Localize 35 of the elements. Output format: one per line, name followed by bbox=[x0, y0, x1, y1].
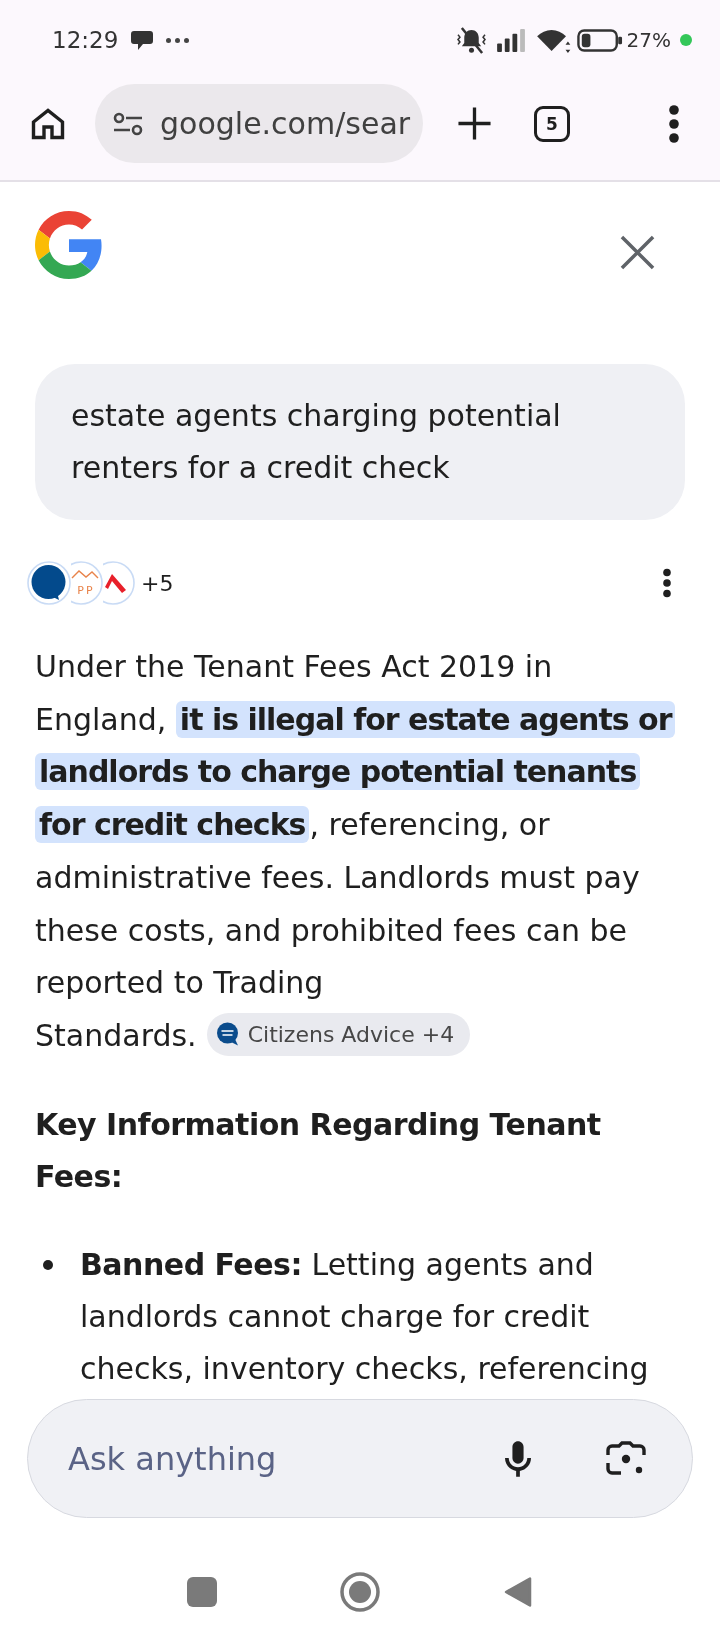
ask-input[interactable]: Ask anything bbox=[68, 1439, 492, 1478]
section-heading: Key Information Regarding Tenant Fees: bbox=[35, 1105, 602, 1196]
plus-icon bbox=[457, 106, 492, 141]
speech-bubble-logo[interactable] bbox=[27, 561, 71, 605]
url-text: google.com/sear bbox=[160, 106, 411, 141]
camera-icon bbox=[606, 1440, 646, 1477]
signal-icon bbox=[496, 28, 526, 52]
home-icon bbox=[31, 107, 65, 140]
more-notifications-icon bbox=[166, 37, 190, 43]
more-options-icon bbox=[662, 568, 672, 598]
square-icon bbox=[187, 1577, 217, 1607]
more-options-icon bbox=[668, 103, 680, 144]
circle-icon bbox=[340, 1572, 380, 1612]
answer-text: Under the Tenant Fees Act 2019 in England, it is illegal for estate agents or landlords to charge potential tenants for credit checks, referencing, or administrative fees. Landlords must pay these costs, and prohibited fees can be reported to Trading Standards. Citizens Advice +4 bbox=[35, 641, 685, 1063]
battery-percentage: 27% bbox=[626, 28, 671, 52]
battery-icon bbox=[576, 28, 623, 52]
status-time: 12:29 bbox=[52, 27, 119, 53]
tab-switcher-button[interactable]: 5 bbox=[534, 105, 570, 142]
site-settings-icon bbox=[113, 111, 143, 136]
chat-bubble-icon bbox=[131, 30, 154, 50]
close-icon bbox=[619, 234, 655, 270]
g-logo-icon bbox=[35, 210, 103, 280]
query-bubble: estate agents charging potential renters for a credit check bbox=[35, 364, 685, 520]
bullet-dot-icon bbox=[43, 1259, 53, 1270]
bullet-text: Banned Fees: Letting agents and landlords cannot charge for credit checks, inventory checks, referencing bbox=[80, 1245, 650, 1388]
address-bar[interactable]: google.com/sear bbox=[95, 84, 423, 163]
speech-bubble-icon bbox=[215, 1022, 240, 1047]
status-dot-icon bbox=[680, 34, 692, 46]
mic-icon bbox=[505, 1440, 531, 1477]
chevron-logo[interactable] bbox=[103, 561, 135, 605]
wifi-icon bbox=[535, 27, 571, 53]
more-sources-count: +5 bbox=[141, 570, 174, 596]
back-triangle-icon bbox=[504, 1576, 532, 1608]
citation-chip[interactable]: Citizens Advice +4 bbox=[206, 1012, 471, 1056]
bell-off-icon bbox=[455, 26, 487, 54]
